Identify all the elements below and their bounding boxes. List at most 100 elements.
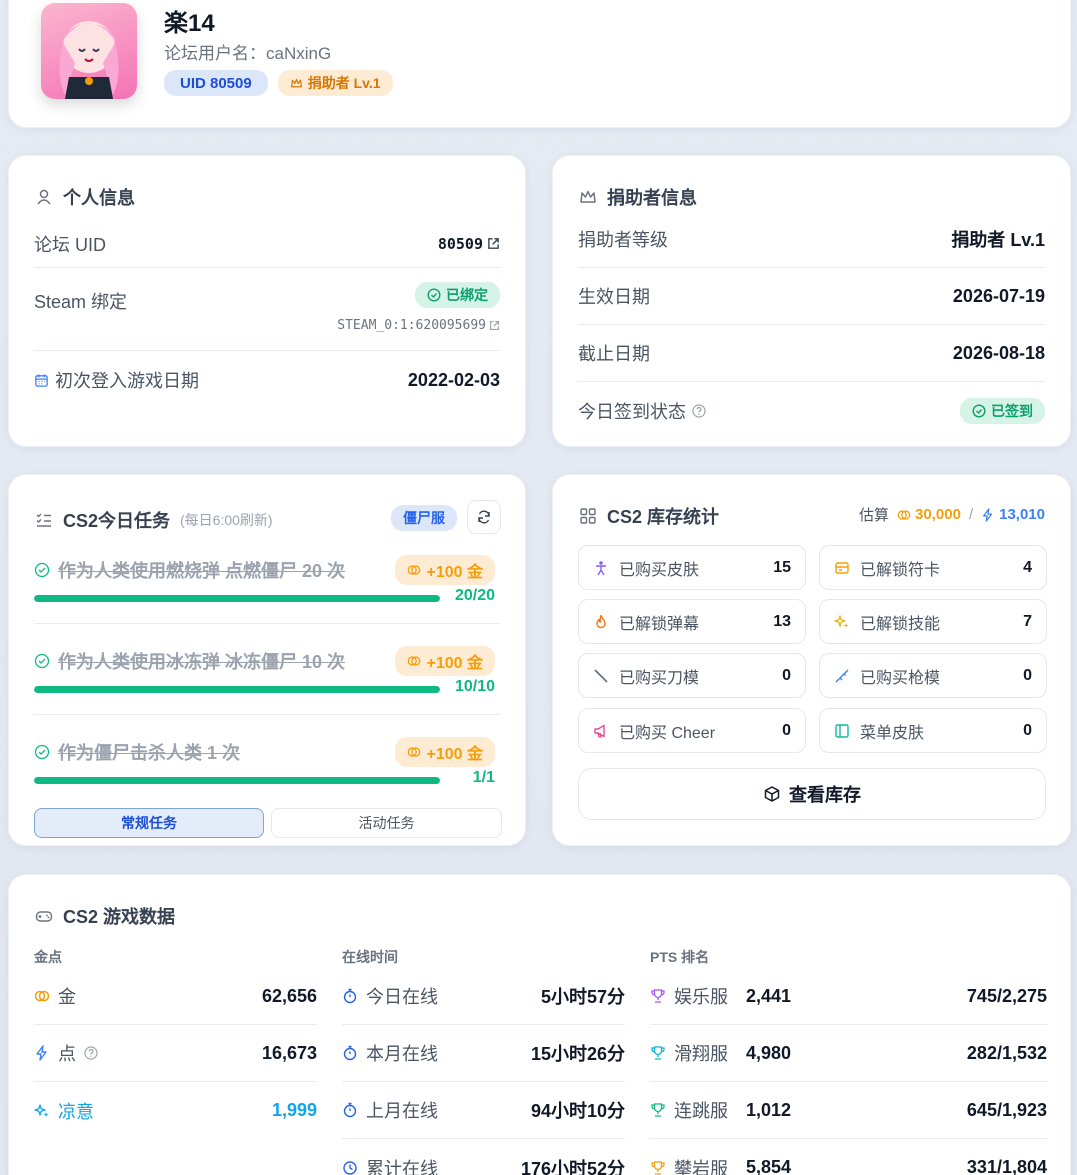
checklist-icon bbox=[36, 513, 51, 527]
points-label: 点 bbox=[58, 1044, 76, 1064]
estimate-gold: 30,000 bbox=[915, 506, 961, 523]
stopwatch-icon bbox=[343, 1045, 357, 1061]
clock-icon bbox=[343, 1160, 357, 1175]
pts-score: 4,980 bbox=[746, 1042, 792, 1063]
task-progress-bar bbox=[34, 595, 440, 602]
steam-label: Steam 绑定 bbox=[34, 292, 128, 312]
checkin-label: 今日签到状态 bbox=[578, 401, 686, 422]
stat-purchased-skins[interactable]: 已购买皮肤 15 bbox=[578, 545, 806, 590]
task-name-text: 作为僵尸击杀人类 1 次 bbox=[58, 743, 241, 763]
pts-server-label: 娱乐服 bbox=[674, 987, 728, 1007]
tab-event-tasks[interactable]: 活动任务 bbox=[271, 808, 502, 838]
game-data-title-text: CS2 游戏数据 bbox=[63, 907, 176, 927]
help-icon[interactable] bbox=[692, 403, 706, 418]
gold-row: 金 62,656 bbox=[34, 968, 317, 1025]
stat-purchased-guns[interactable]: 已购买枪模 0 bbox=[819, 653, 1047, 698]
forum-uid-link[interactable]: 80509 bbox=[438, 235, 500, 253]
help-icon[interactable] bbox=[84, 1046, 98, 1060]
stat-menu-skins[interactable]: 菜单皮肤 0 bbox=[819, 708, 1047, 753]
tasks-subtitle: (每日6:00刷新) bbox=[180, 512, 273, 528]
pts-score: 5,854 bbox=[746, 1157, 792, 1175]
task-progress-bar bbox=[34, 686, 440, 693]
checkin-row: 今日签到状态 已签到 bbox=[578, 382, 1045, 439]
online-value: 94小时10分 bbox=[530, 1101, 625, 1121]
flame-icon bbox=[596, 614, 606, 628]
view-inventory-label: 查看库存 bbox=[789, 785, 861, 805]
stat-purchased-cheer[interactable]: 已购买 Cheer 0 bbox=[578, 708, 806, 753]
person-icon bbox=[596, 560, 606, 575]
pts-row: 连跳服 1,012 645/1,923 bbox=[650, 1082, 1047, 1139]
online-value: 15小时26分 bbox=[530, 1044, 625, 1064]
bolt-icon bbox=[983, 507, 993, 522]
stat-label: 已解锁技能 bbox=[860, 615, 941, 633]
donor-end-value: 2026-08-18 bbox=[952, 342, 1045, 363]
online-row: 本月在线 15小时26分 bbox=[342, 1025, 625, 1082]
coin-icon bbox=[897, 509, 911, 520]
pts-row: 娱乐服 2,441 745/2,275 bbox=[650, 968, 1047, 1025]
task-reward: +100 金 bbox=[394, 737, 495, 767]
check-circle-icon bbox=[34, 653, 50, 669]
first-login-label: 初次登入游戏日期 bbox=[55, 371, 199, 391]
coin-icon bbox=[407, 656, 420, 666]
refresh-button[interactable] bbox=[467, 500, 501, 534]
col-gold-header: 金点 bbox=[34, 949, 62, 965]
pts-rank: 331/1,804 bbox=[966, 1157, 1047, 1175]
task-reward: +100 金 bbox=[394, 555, 495, 585]
online-value: 176小时52分 bbox=[520, 1158, 625, 1175]
stat-unlocked-skills[interactable]: 已解锁技能 7 bbox=[819, 599, 1047, 644]
view-inventory-button[interactable]: 查看库存 bbox=[578, 768, 1046, 820]
steam-id-text: STEAM_0:1:620095699 bbox=[337, 318, 486, 333]
tab-regular-tasks[interactable]: 常规任务 bbox=[34, 808, 264, 838]
stat-label: 已购买 Cheer bbox=[619, 724, 716, 742]
stat-unlocked-cards[interactable]: 已解锁符卡 4 bbox=[819, 545, 1047, 590]
coin-icon bbox=[407, 565, 420, 575]
donor-badge-label: 捐助者 Lv.1 bbox=[307, 75, 381, 91]
external-link-icon bbox=[488, 238, 499, 249]
profile-name: 楽14 bbox=[164, 10, 215, 37]
pts-row: 滑翔服 4,980 282/1,532 bbox=[650, 1025, 1047, 1082]
pts-score: 2,441 bbox=[746, 985, 792, 1006]
first-login-label-wrap: 初次登入游戏日期 bbox=[34, 367, 199, 393]
trophy-icon bbox=[651, 1160, 665, 1175]
steam-id-link[interactable]: STEAM_0:1:620095699 bbox=[337, 318, 500, 333]
personal-title-text: 个人信息 bbox=[63, 188, 135, 208]
coolness-value: 1,999 bbox=[271, 1100, 317, 1120]
task-progress-text: 10/10 bbox=[454, 678, 495, 695]
stat-unlocked-danmaku[interactable]: 已解锁弹幕 13 bbox=[578, 599, 806, 644]
stat-label: 已购买枪模 bbox=[860, 669, 941, 687]
coin-icon bbox=[407, 747, 420, 757]
panel-icon bbox=[835, 723, 849, 738]
stat-label: 已购买皮肤 bbox=[619, 561, 700, 579]
pts-server-label: 滑翔服 bbox=[674, 1044, 728, 1064]
gold-value: 62,656 bbox=[261, 985, 317, 1006]
stat-value: 0 bbox=[1023, 666, 1032, 684]
inventory-card: CS2 库存统计 估算 30,000 / 13,010 已购买皮肤 15 已解锁… bbox=[552, 474, 1071, 846]
uid-badge: UID 80509 bbox=[164, 70, 268, 96]
col-online-header: 在线时间 bbox=[342, 949, 398, 965]
online-value: 5小时57分 bbox=[540, 987, 625, 1007]
donor-title-text: 捐助者信息 bbox=[607, 188, 697, 208]
gamepad-icon bbox=[35, 911, 53, 922]
task-reward-text: +100 金 bbox=[426, 746, 484, 763]
steam-bound-badge: 已绑定 bbox=[415, 282, 500, 308]
pts-server-label: 连跳服 bbox=[674, 1101, 728, 1121]
online-label: 本月在线 bbox=[366, 1044, 438, 1064]
task-progress-text: 20/20 bbox=[454, 587, 495, 604]
grid-icon bbox=[580, 508, 596, 524]
estimate-points: 13,010 bbox=[999, 506, 1045, 523]
stat-purchased-knives[interactable]: 已购买刀模 0 bbox=[578, 653, 806, 698]
profile-card: 楽14 论坛用户名：caNxinG UID 80509 捐助者 Lv.1 bbox=[8, 0, 1071, 128]
check-circle-icon bbox=[34, 744, 50, 760]
game-data-card: CS2 游戏数据 金点 在线时间 PTS 排名 金 62,656 点 16,67… bbox=[8, 874, 1071, 1175]
game-data-title: CS2 游戏数据 bbox=[35, 903, 175, 929]
checkin-label-wrap: 今日签到状态 bbox=[578, 398, 706, 424]
refresh-icon bbox=[478, 510, 490, 524]
external-link-icon bbox=[489, 320, 500, 331]
donor-start-value: 2026-07-19 bbox=[952, 285, 1045, 306]
first-login-row: 初次登入游戏日期 2022-02-03 bbox=[34, 351, 500, 409]
points-row: 点 16,673 bbox=[34, 1025, 317, 1082]
inventory-estimate: 估算 30,000 / 13,010 bbox=[859, 504, 1045, 525]
stopwatch-icon bbox=[343, 988, 357, 1004]
donor-start-row: 生效日期 2026-07-19 bbox=[578, 268, 1045, 325]
check-circle-icon bbox=[34, 562, 50, 578]
